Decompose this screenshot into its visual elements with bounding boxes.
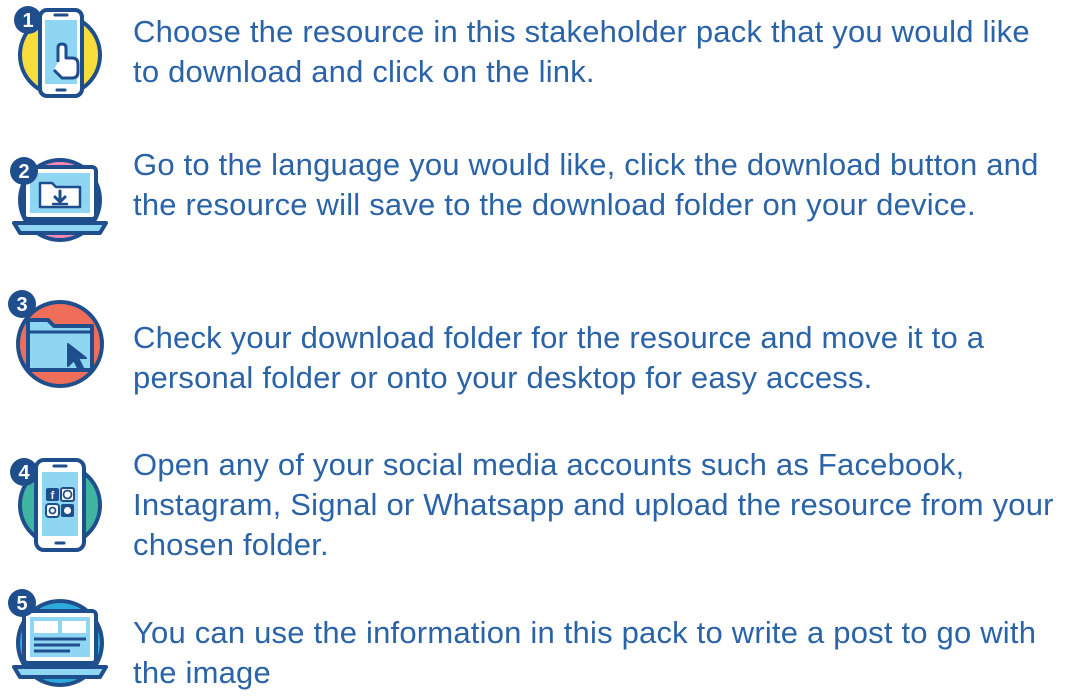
step-4-number: 4 [18, 462, 30, 484]
step-4-text: Open any of your social media accounts s… [133, 447, 1054, 562]
phone-tap-icon: 1 [0, 0, 110, 110]
step-3-text: Check your download folder for the resou… [133, 320, 985, 395]
laptop-post-icon: 5 [0, 585, 110, 695]
laptop-download-icon: 2 [0, 145, 110, 255]
step-3-number: 3 [16, 294, 27, 316]
step-2-number: 2 [18, 161, 29, 183]
step-5-text: You can use the information in this pack… [133, 615, 1037, 690]
folder-cursor-icon: 3 [0, 286, 110, 396]
phone-social-apps-icon: f 4 [0, 450, 110, 560]
step-1-number: 1 [22, 10, 33, 32]
step-1-text: Choose the resource in this stakeholder … [133, 14, 1030, 89]
step-5-number: 5 [16, 593, 27, 615]
svg-text:f: f [51, 490, 55, 502]
step-2-text: Go to the language you would like, click… [133, 147, 1039, 222]
